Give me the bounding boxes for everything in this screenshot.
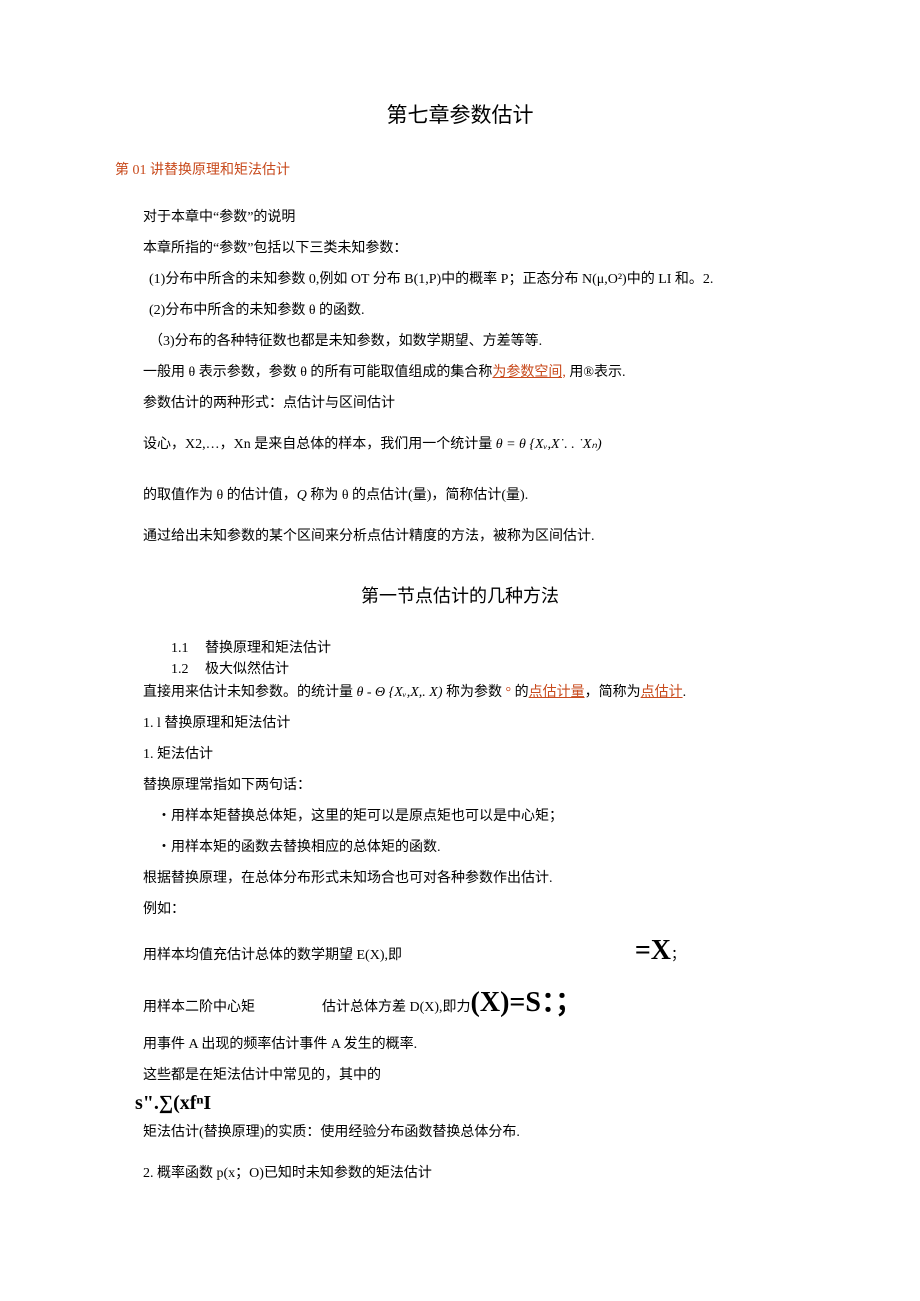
text-segment: 的取值作为 θ 的估计值， — [143, 488, 297, 503]
chapter-title: 第七章参数估计 — [115, 100, 805, 132]
direct-estimate-line: 直接用来估计未知参数。的统计量 θ - Θ {Xᵥ,X,. X) 称为参数 ° … — [143, 682, 805, 703]
math-result: =X； — [635, 930, 685, 972]
list-item-1-1: 1.1 替换原理和矩法估计 — [171, 638, 805, 659]
bullet-1: ・用样本矩替换总体矩，这里的矩可以是原点矩也可以是中心矩； — [157, 806, 805, 827]
item-number: 1.1 — [171, 638, 205, 659]
math-x-eq-s: (X)=S：； — [471, 987, 583, 1018]
item-number: 1.2 — [171, 659, 205, 680]
section-title: 第一节点估计的几种方法 — [115, 583, 805, 610]
text-segment: 估计总体方差 D(X),即力 — [322, 1000, 471, 1015]
subsection-1-1: 1. l 替换原理和矩法估计 — [143, 713, 805, 734]
text-segment: 一般用 θ 表示参数，参数 θ 的所有可能取值组成的集合称 — [143, 365, 492, 380]
math-eq-x: =X — [635, 935, 671, 966]
param-type-2: (2)分布中所含的未知参数 θ 的函数. — [149, 300, 805, 321]
text-segment: 的 — [515, 685, 529, 700]
statistic-line: 设心，X2,…，Xn 是来自总体的样本，我们用一个统计量 θ = θ {Xᵥ,X… — [143, 434, 805, 455]
degree-mark: ° — [505, 685, 514, 700]
lecture-heading: 第 01 讲替换原理和矩法估计 — [115, 160, 805, 181]
example-mean: 用样本均值充估计总体的数学期望 E(X),即 =X； — [143, 930, 805, 972]
point-estimate-term: 点估计 — [641, 685, 683, 700]
common-note: 这些都是在矩法估计中常见的，其中的 — [143, 1065, 805, 1086]
substitution-intro: 替换原理常指如下两句话： — [143, 775, 805, 796]
example-frequency: 用事件 A 出现的频率估计事件 A 发生的概率. — [143, 1034, 805, 1055]
param-space-line: 一般用 θ 表示参数，参数 θ 的所有可能取值组成的集合称为参数空间, 用®表示… — [143, 362, 805, 383]
math-theta-expr: θ = θ {Xᵥ,X˙. . ˙Xₙ) — [496, 437, 602, 452]
point-estimate-def: 的取值作为 θ 的估计值，Q 称为 θ 的点估计(量)，简称估计(量). — [143, 485, 805, 506]
text-segment: 用样本均值充估计总体的数学期望 E(X),即 — [143, 945, 402, 966]
subheading-moment: 1. 矩法估计 — [143, 744, 805, 765]
subheading-prob-func: 2. 概率函数 p(x；O)已知时未知参数的矩法估计 — [143, 1163, 805, 1184]
param-type-3: （3)分布的各种特征数也都是未知参数，如数学期望、方差等等. — [149, 331, 805, 352]
essence-line: 矩法估计(替换原理)的实质：使用经验分布函数替换总体分布. — [143, 1122, 805, 1143]
math-q: Q — [297, 488, 311, 503]
substitution-note: 根据替换原理，在总体分布形式未知场合也可对各种参数作出估计. — [143, 868, 805, 889]
intro-desc: 本章所指的“参数”包括以下三类未知参数： — [143, 238, 805, 259]
text-segment: 称为参数 — [446, 685, 506, 700]
formula-s-sum: s".∑(xfⁿI — [135, 1088, 805, 1118]
param-type-1: (1)分布中所含的未知参数 0,例如 OT 分布 B(1,P)中的概率 P；正态… — [149, 269, 805, 290]
text-segment: 用样本二阶中心矩 — [143, 1000, 255, 1015]
interval-estimate-def: 通过给出未知参数的某个区间来分析点估计精度的方法，被称为区间估计. — [143, 526, 805, 547]
text-segment: 称为 θ 的点估计(量)，简称估计(量). — [310, 488, 528, 503]
intro-label: 对于本章中“参数”的说明 — [143, 207, 805, 228]
two-forms-line: 参数估计的两种形式：点估计与区间估计 — [143, 393, 805, 414]
text-segment: 直接用来估计未知参数。的统计量 — [143, 685, 357, 700]
text-segment: 设心，X2,…，Xn 是来自总体的样本，我们用一个统计量 — [143, 437, 496, 452]
math-theta-expr2: θ - Θ {Xᵥ,X,. X) — [357, 685, 446, 700]
bullet-2: ・用样本矩的函数去替换相应的总体矩的函数. — [157, 837, 805, 858]
example-variance: 用样本二阶中心矩 估计总体方差 D(X),即力(X)=S：； — [143, 982, 805, 1024]
item-text: 极大似然估计 — [205, 659, 289, 680]
text-segment: 用®表示. — [566, 365, 626, 380]
item-text: 替换原理和矩法估计 — [205, 638, 331, 659]
point-estimator-term: 点估计量 — [529, 685, 585, 700]
text-segment: ，简称为 — [585, 685, 641, 700]
list-item-1-2: 1.2 极大似然估计 — [171, 659, 805, 680]
text-segment: ； — [671, 948, 685, 963]
text-segment: . — [683, 685, 687, 700]
param-space-term: 为参数空间, — [492, 365, 566, 380]
example-label: 例如： — [143, 899, 805, 920]
